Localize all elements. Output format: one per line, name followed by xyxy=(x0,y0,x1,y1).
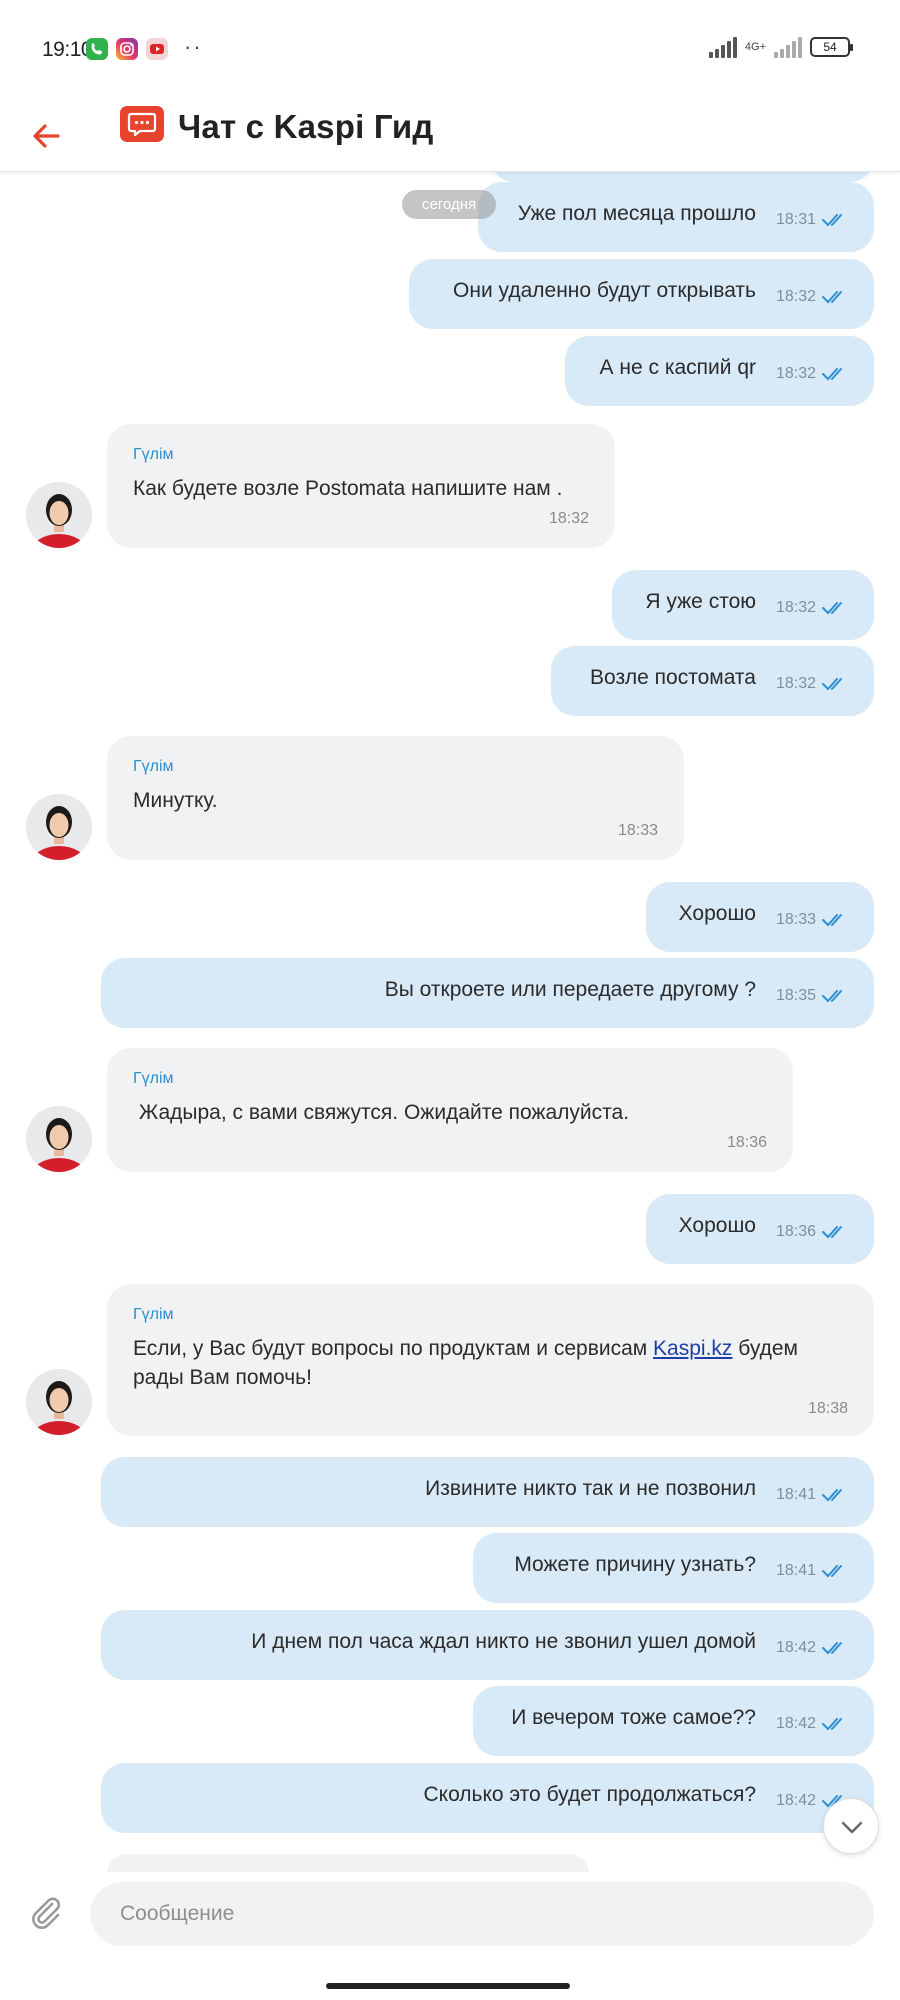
message-text: Хорошо xyxy=(678,1214,756,1237)
message-text: И вечером тоже самое?? xyxy=(511,1706,756,1729)
sender-name: Гүлім xyxy=(133,1070,174,1087)
message-in[interactable]: Гүлім Как будете возле Postomata напишит… xyxy=(107,424,615,548)
sender-name: Гүлім xyxy=(133,758,174,775)
message-text: А не с каспий qr xyxy=(599,356,756,379)
read-receipt-icon xyxy=(822,214,842,227)
message-text: Хорошо xyxy=(678,902,756,925)
message-time: 18:32 xyxy=(548,510,589,527)
message-out[interactable]: Можете причину узнать? 18:41 xyxy=(473,1533,874,1603)
status-right: 4G+ 54 xyxy=(708,36,853,58)
message-text: И днем пол часа ждал никто не звонил уше… xyxy=(251,1630,756,1653)
message-text: Я уже стою xyxy=(645,590,756,613)
phone-icon xyxy=(86,38,108,60)
message-text: Минутку. xyxy=(133,789,218,812)
read-receipt-icon xyxy=(822,914,842,927)
message-out[interactable]: Возле постомата 18:32 xyxy=(551,646,874,716)
message-in[interactable]: Гүлім Жадыра, с вами свяжутся. Ожидайте … xyxy=(107,1048,793,1172)
message-time: 18:35 xyxy=(775,987,816,1004)
message-text-part: Если, у Вас будут вопросы по продуктам и… xyxy=(133,1337,654,1360)
avatar[interactable] xyxy=(26,1106,92,1172)
read-receipt-icon xyxy=(822,368,842,381)
message-out[interactable]: Я уже стою 18:32 xyxy=(612,570,874,640)
message-text: Извините никто так и не позвонил xyxy=(425,1477,756,1500)
message-input[interactable] xyxy=(90,1882,874,1946)
avatar[interactable] xyxy=(26,794,92,860)
sender-name: Гүлім xyxy=(133,446,174,463)
message-time: 18:32 xyxy=(775,288,816,305)
message-time: 18:38 xyxy=(807,1400,848,1417)
message-time: 18:42 xyxy=(775,1715,816,1732)
message-time: 18:42 xyxy=(775,1792,816,1809)
signal-icon xyxy=(708,36,737,58)
read-receipt-icon xyxy=(822,1718,842,1731)
message-in[interactable]: Гүлім Если, у Вас будут вопросы по проду… xyxy=(107,1284,874,1436)
status-time: 19:10 xyxy=(42,38,93,61)
message-composer xyxy=(0,1872,900,1952)
signal-2-icon xyxy=(774,36,802,58)
message-time: 18:32 xyxy=(775,599,816,616)
paperclip-icon[interactable] xyxy=(24,1890,66,1932)
chat-header: Чат с Kaspi Гид xyxy=(0,100,900,172)
home-indicator xyxy=(326,1983,570,1989)
message-time: 18:33 xyxy=(775,911,816,928)
read-receipt-icon xyxy=(822,602,842,615)
back-arrow-icon[interactable] xyxy=(26,116,66,156)
page-title: Чат с Kaspi Гид xyxy=(178,108,434,145)
avatar[interactable] xyxy=(26,1369,92,1435)
avatar[interactable] xyxy=(26,482,92,548)
message-out[interactable]: Хорошо 18:33 xyxy=(646,882,874,952)
read-receipt-icon xyxy=(822,291,842,304)
youtube-icon xyxy=(146,38,168,60)
message-text: Как будете возле Postomata напишите нам … xyxy=(133,477,563,500)
battery-level: 54 xyxy=(823,40,837,54)
message-time: 18:36 xyxy=(726,1134,767,1151)
message-text: Можете причину узнать? xyxy=(514,1553,756,1576)
message-time: 18:33 xyxy=(617,822,658,839)
message-bubble-partial xyxy=(490,172,874,182)
notification-dots: ·· xyxy=(184,34,203,59)
message-in-partial xyxy=(107,1854,589,1872)
read-receipt-icon xyxy=(822,1565,842,1578)
scroll-down-button[interactable] xyxy=(823,1798,879,1854)
message-out[interactable]: А не с каспий qr 18:32 xyxy=(565,336,874,406)
instagram-icon xyxy=(116,38,138,60)
read-receipt-icon xyxy=(822,1489,842,1502)
message-out[interactable]: Они удаленно будут открывать 18:32 xyxy=(409,259,874,329)
chat-messages[interactable]: сегодня Уже пол месяца прошло 18:31 Они … xyxy=(0,172,900,1872)
network-label: 4G+ xyxy=(744,40,766,53)
message-text: Они удаленно будут открывать xyxy=(453,279,756,302)
read-receipt-icon xyxy=(822,1226,842,1239)
message-in[interactable]: Гүлім Минутку. 18:33 xyxy=(107,736,684,860)
message-time: 18:32 xyxy=(775,365,816,382)
message-time: 18:42 xyxy=(775,1639,816,1656)
message-text: Сколько это будет продолжаться? xyxy=(423,1783,756,1806)
read-receipt-icon xyxy=(822,1642,842,1655)
status-bar: 19:10 ·· 4G+ 54 xyxy=(0,0,900,100)
message-text: Если, у Вас будут вопросы по продуктам и… xyxy=(133,1334,833,1392)
message-out[interactable]: И днем пол часа ждал никто не звонил уше… xyxy=(101,1610,874,1680)
read-receipt-icon xyxy=(822,678,842,691)
chat-logo-icon xyxy=(120,106,164,142)
message-text: Возле постомата xyxy=(590,666,756,689)
message-out[interactable]: Сколько это будет продолжаться? 18:42 xyxy=(101,1763,874,1833)
read-receipt-icon xyxy=(822,990,842,1003)
message-out[interactable]: Уже пол месяца прошло 18:31 xyxy=(478,182,874,252)
message-text: Жадыра, с вами свяжутся. Ожидайте пожалу… xyxy=(133,1101,630,1124)
battery-icon: 54 xyxy=(810,37,853,57)
message-time: 18:41 xyxy=(775,1486,816,1503)
message-out[interactable]: Извините никто так и не позвонил 18:41 xyxy=(101,1457,874,1527)
message-time: 18:36 xyxy=(775,1223,816,1240)
sender-name: Гүлім xyxy=(133,1306,174,1323)
message-out[interactable]: Хорошо 18:36 xyxy=(646,1194,874,1264)
message-time: 18:31 xyxy=(775,211,816,228)
message-time: 18:32 xyxy=(775,675,816,692)
message-text: Уже пол месяца прошло xyxy=(517,202,756,225)
message-out[interactable]: Вы откроете или передаете другому ? 18:3… xyxy=(101,958,874,1028)
date-separator: сегодня xyxy=(402,190,497,219)
message-time: 18:41 xyxy=(775,1562,816,1579)
kaspi-link[interactable]: Kaspi.kz xyxy=(653,1337,732,1360)
message-out[interactable]: И вечером тоже самое?? 18:42 xyxy=(473,1686,874,1756)
message-text: Вы откроете или передаете другому ? xyxy=(384,978,756,1001)
